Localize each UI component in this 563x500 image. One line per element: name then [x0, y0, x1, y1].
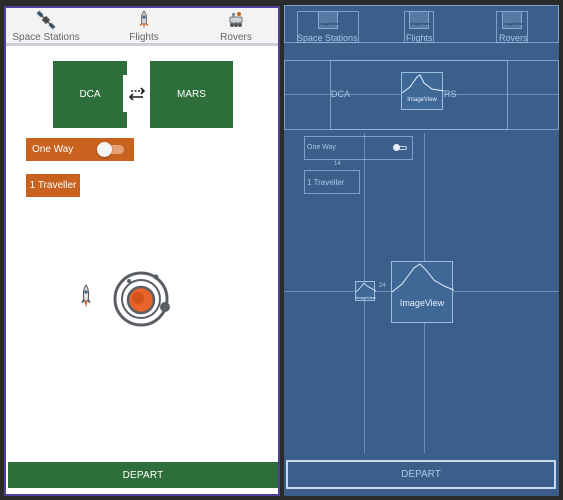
bp-route-to: RS: [444, 89, 457, 99]
bp-tab-rovers: ImageView Rovers: [496, 11, 528, 43]
bp-placeholder-graph: [402, 74, 444, 93]
bp-placeholder-graph: [392, 263, 454, 293]
one-way-label: One Way: [32, 144, 74, 155]
bp-planet-imageview: ImageView: [391, 261, 454, 323]
tab-flights[interactable]: Flights: [104, 10, 184, 44]
bp-tab-label: Rovers: [499, 33, 528, 43]
bp-tab-space-stations: ImageView Space Stations: [297, 11, 359, 43]
depart-label: DEPART: [122, 469, 164, 481]
blueprint-view: ImageView Space Stations ImageView Fligh…: [284, 5, 559, 496]
bp-traveller-box: 1 Traveller: [304, 170, 360, 194]
rover-icon: [229, 12, 243, 27]
rocket-icon: [139, 10, 149, 29]
bp-margin-label: 14: [334, 161, 341, 167]
departure-airport-button[interactable]: DCA: [53, 61, 127, 128]
satellite-icon: [36, 10, 56, 30]
swap-arrows-icon: [128, 86, 145, 101]
tab-space-stations[interactable]: Space Stations: [6, 10, 86, 44]
bp-one-way-label: One Way: [307, 144, 336, 151]
phone-preview: Space Stations Flights Rovers DCA MARS O…: [4, 6, 280, 496]
bottom-nav-tabs: Space Stations Flights Rovers: [6, 8, 278, 46]
arrival-code: MARS: [177, 89, 206, 100]
one-way-toggle[interactable]: One Way: [26, 138, 134, 161]
bp-rocket-imageview: ImageView: [355, 281, 376, 301]
depart-button[interactable]: DEPART: [8, 462, 278, 488]
traveller-count-button[interactable]: 1 Traveller: [26, 174, 80, 197]
bp-depart-label: DEPART: [401, 469, 441, 480]
departure-code: DCA: [79, 89, 101, 100]
bp-tab-icon-box: ImageView: [502, 11, 523, 29]
tab-rovers[interactable]: Rovers: [196, 10, 276, 44]
toggle-knob[interactable]: [97, 142, 112, 157]
planet-orbit-icon: [113, 271, 170, 327]
tab-label: Space Stations: [12, 32, 80, 43]
bp-tab-flights: ImageView Flights: [404, 11, 434, 43]
bp-margin-label: 24: [379, 283, 386, 289]
tab-label: Flights: [129, 32, 159, 43]
bp-tab-icon-box: ImageView: [409, 11, 430, 29]
bp-one-way-box: One Way: [304, 136, 413, 160]
bp-imageview-label: ImageView: [356, 295, 376, 300]
rocket-icon: [81, 284, 91, 308]
bp-traveller-label: 1 Traveller: [307, 178, 345, 187]
swap-route-button[interactable]: [123, 75, 150, 112]
bp-placeholder-graph: [356, 282, 376, 292]
bp-route-from: DCA: [331, 89, 351, 99]
bp-depart-box: DEPART: [286, 460, 556, 489]
tab-label: Rovers: [220, 32, 252, 43]
bp-tab-icon-box: ImageView: [318, 11, 339, 29]
bp-toggle-knob: [393, 144, 400, 151]
bp-imageview-label: ImageView: [503, 21, 523, 26]
bp-imageview-label: ImageView: [319, 21, 339, 26]
bp-tab-label: Flights: [406, 33, 433, 43]
bp-swap-imageview: ImageView: [401, 72, 444, 110]
bp-imageview-label: ImageView: [407, 97, 437, 103]
traveller-label: 1 Traveller: [29, 180, 77, 191]
bp-imageview-label: ImageView: [399, 298, 445, 308]
bp-imageview-label: ImageView: [410, 21, 430, 26]
bp-tab-label: Space Stations: [297, 33, 358, 43]
arrival-destination-button[interactable]: MARS: [150, 61, 233, 128]
